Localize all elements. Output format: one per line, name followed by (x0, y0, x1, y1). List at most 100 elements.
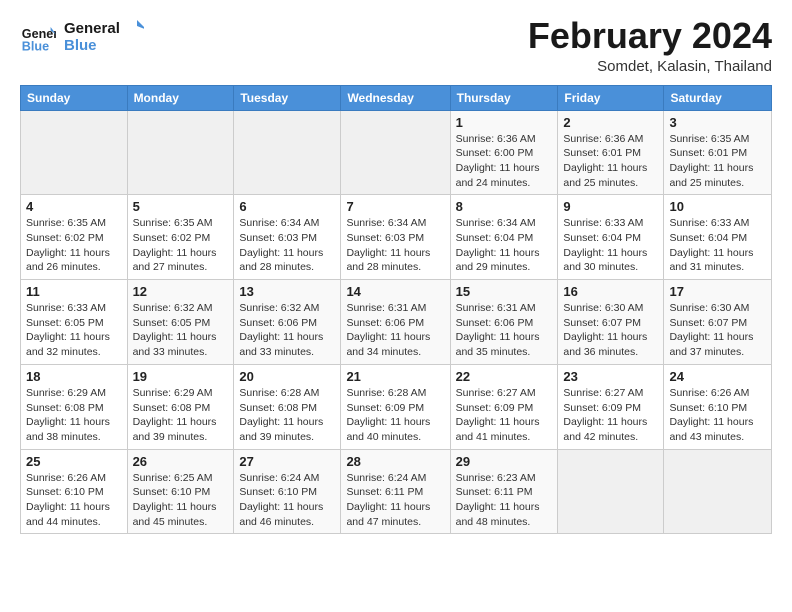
day-number: 21 (346, 369, 444, 384)
day-info: Sunrise: 6:32 AM Sunset: 6:05 PM Dayligh… (133, 301, 229, 360)
day-number: 14 (346, 284, 444, 299)
day-info: Sunrise: 6:34 AM Sunset: 6:03 PM Dayligh… (239, 216, 335, 275)
day-cell: 4 Sunrise: 6:35 AM Sunset: 6:02 PM Daylig… (21, 195, 128, 280)
day-cell: 5Sunrise: 6:35 AM Sunset: 6:02 PM Daylig… (127, 195, 234, 280)
day-number: 3 (669, 115, 766, 130)
day-info: Sunrise: 6:24 AM Sunset: 6:11 PM Dayligh… (346, 471, 444, 530)
day-cell: 14Sunrise: 6:31 AM Sunset: 6:06 PM Dayli… (341, 280, 450, 365)
day-number: 27 (239, 454, 335, 469)
day-info: Sunrise: 6:35 AM Sunset: 6:01 PM Dayligh… (669, 132, 766, 191)
day-cell (558, 449, 664, 534)
day-cell: 8 Sunrise: 6:34 AM Sunset: 6:04 PM Daylig… (450, 195, 558, 280)
day-info: Sunrise: 6:35 AM Sunset: 6:02 PM Dayligh… (26, 216, 122, 275)
day-number: 28 (346, 454, 444, 469)
day-number: 11 (26, 284, 122, 299)
day-number: 16 (563, 284, 658, 299)
day-number: 26 (133, 454, 229, 469)
day-number: 13 (239, 284, 335, 299)
day-info: Sunrise: 6:36 AM Sunset: 6:01 PM Dayligh… (563, 132, 658, 191)
day-number: 23 (563, 369, 658, 384)
day-info: Sunrise: 6:34 AM Sunset: 6:04 PM Dayligh… (456, 216, 553, 275)
week-row-3: 18 Sunrise: 6:29 AM Sunset: 6:08 PM Dayli… (21, 364, 772, 449)
week-row-1: 4 Sunrise: 6:35 AM Sunset: 6:02 PM Daylig… (21, 195, 772, 280)
day-info: Sunrise: 6:30 AM Sunset: 6:07 PM Dayligh… (669, 301, 766, 360)
day-number: 22 (456, 369, 553, 384)
day-number: 4 (26, 199, 122, 214)
day-info: Sunrise: 6:27 AM Sunset: 6:09 PM Dayligh… (456, 386, 553, 445)
day-cell: 15 Sunrise: 6:31 AM Sunset: 6:06 PM Dayli… (450, 280, 558, 365)
day-info: Sunrise: 6:23 AM Sunset: 6:11 PM Dayligh… (456, 471, 553, 530)
day-cell: 3 Sunrise: 6:35 AM Sunset: 6:01 PM Daylig… (664, 110, 772, 195)
day-cell: 27Sunrise: 6:24 AM Sunset: 6:10 PM Dayli… (234, 449, 341, 534)
day-info: Sunrise: 6:29 AM Sunset: 6:08 PM Dayligh… (26, 386, 122, 445)
day-info: Sunrise: 6:35 AM Sunset: 6:02 PM Dayligh… (133, 216, 229, 275)
day-number: 12 (133, 284, 229, 299)
week-row-0: 1 Sunrise: 6:36 AM Sunset: 6:00 PM Daylig… (21, 110, 772, 195)
day-cell: 1 Sunrise: 6:36 AM Sunset: 6:00 PM Daylig… (450, 110, 558, 195)
day-number: 8 (456, 199, 553, 214)
svg-text:General: General (64, 20, 120, 37)
day-info: Sunrise: 6:32 AM Sunset: 6:06 PM Dayligh… (239, 301, 335, 360)
day-cell: 17 Sunrise: 6:30 AM Sunset: 6:07 PM Dayli… (664, 280, 772, 365)
day-cell: 28 Sunrise: 6:24 AM Sunset: 6:11 PM Dayli… (341, 449, 450, 534)
day-info: Sunrise: 6:28 AM Sunset: 6:08 PM Dayligh… (239, 386, 335, 445)
day-number: 17 (669, 284, 766, 299)
col-header-tuesday: Tuesday (234, 85, 341, 110)
day-cell: 29 Sunrise: 6:23 AM Sunset: 6:11 PM Dayli… (450, 449, 558, 534)
header: General Blue General Blue February 2024 … (20, 16, 772, 75)
day-cell (234, 110, 341, 195)
day-cell: 26 Sunrise: 6:25 AM Sunset: 6:10 PM Dayli… (127, 449, 234, 534)
day-info: Sunrise: 6:27 AM Sunset: 6:09 PM Dayligh… (563, 386, 658, 445)
location: Somdet, Kalasin, Thailand (528, 58, 772, 75)
title-block: February 2024 Somdet, Kalasin, Thailand (528, 16, 772, 75)
day-cell: 22 Sunrise: 6:27 AM Sunset: 6:09 PM Dayli… (450, 364, 558, 449)
day-cell (341, 110, 450, 195)
day-number: 9 (563, 199, 658, 214)
day-cell (127, 110, 234, 195)
day-cell: 25 Sunrise: 6:26 AM Sunset: 6:10 PM Dayli… (21, 449, 128, 534)
logo-svg: General Blue (64, 16, 144, 56)
day-cell: 6 Sunrise: 6:34 AM Sunset: 6:03 PM Daylig… (234, 195, 341, 280)
calendar-table: SundayMondayTuesdayWednesdayThursdayFrid… (20, 85, 772, 535)
day-cell: 10 Sunrise: 6:33 AM Sunset: 6:04 PM Dayli… (664, 195, 772, 280)
day-number: 25 (26, 454, 122, 469)
day-info: Sunrise: 6:30 AM Sunset: 6:07 PM Dayligh… (563, 301, 658, 360)
day-info: Sunrise: 6:31 AM Sunset: 6:06 PM Dayligh… (456, 301, 553, 360)
day-info: Sunrise: 6:25 AM Sunset: 6:10 PM Dayligh… (133, 471, 229, 530)
day-number: 18 (26, 369, 122, 384)
logo: General Blue General Blue (20, 16, 144, 56)
day-number: 15 (456, 284, 553, 299)
day-cell: 16 Sunrise: 6:30 AM Sunset: 6:07 PM Dayli… (558, 280, 664, 365)
day-cell (21, 110, 128, 195)
day-number: 1 (456, 115, 553, 130)
day-cell: 23 Sunrise: 6:27 AM Sunset: 6:09 PM Dayli… (558, 364, 664, 449)
col-header-sunday: Sunday (21, 85, 128, 110)
day-info: Sunrise: 6:28 AM Sunset: 6:09 PM Dayligh… (346, 386, 444, 445)
day-info: Sunrise: 6:33 AM Sunset: 6:05 PM Dayligh… (26, 301, 122, 360)
svg-text:Blue: Blue (22, 39, 49, 53)
day-info: Sunrise: 6:33 AM Sunset: 6:04 PM Dayligh… (669, 216, 766, 275)
col-header-wednesday: Wednesday (341, 85, 450, 110)
day-cell: 13 Sunrise: 6:32 AM Sunset: 6:06 PM Dayli… (234, 280, 341, 365)
page: General Blue General Blue February 2024 … (0, 0, 792, 544)
day-number: 7 (346, 199, 444, 214)
month-title: February 2024 (528, 16, 772, 56)
day-info: Sunrise: 6:36 AM Sunset: 6:00 PM Dayligh… (456, 132, 553, 191)
week-row-4: 25 Sunrise: 6:26 AM Sunset: 6:10 PM Dayli… (21, 449, 772, 534)
day-cell: 12 Sunrise: 6:32 AM Sunset: 6:05 PM Dayli… (127, 280, 234, 365)
col-header-saturday: Saturday (664, 85, 772, 110)
day-number: 6 (239, 199, 335, 214)
day-info: Sunrise: 6:34 AM Sunset: 6:03 PM Dayligh… (346, 216, 444, 275)
day-number: 2 (563, 115, 658, 130)
calendar-header-row: SundayMondayTuesdayWednesdayThursdayFrid… (21, 85, 772, 110)
day-number: 19 (133, 369, 229, 384)
day-info: Sunrise: 6:26 AM Sunset: 6:10 PM Dayligh… (26, 471, 122, 530)
day-cell: 11 Sunrise: 6:33 AM Sunset: 6:05 PM Dayli… (21, 280, 128, 365)
svg-text:Blue: Blue (64, 37, 97, 54)
day-number: 29 (456, 454, 553, 469)
day-number: 24 (669, 369, 766, 384)
day-number: 10 (669, 199, 766, 214)
day-cell: 19Sunrise: 6:29 AM Sunset: 6:08 PM Dayli… (127, 364, 234, 449)
day-cell: 21 Sunrise: 6:28 AM Sunset: 6:09 PM Dayli… (341, 364, 450, 449)
day-cell: 24Sunrise: 6:26 AM Sunset: 6:10 PM Dayli… (664, 364, 772, 449)
